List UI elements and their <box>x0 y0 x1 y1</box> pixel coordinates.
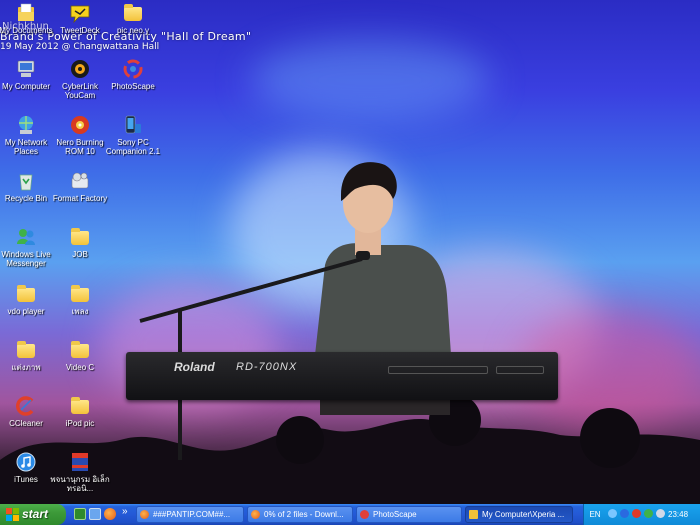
folder-icon <box>122 2 144 24</box>
keyboard-brand: Roland <box>174 360 215 374</box>
windows-logo-icon <box>6 508 19 521</box>
folder-icon <box>15 339 37 361</box>
firefox-icon <box>140 510 149 519</box>
desktop-icon-sony-pc-companion[interactable]: Sony PC Companion 2.1 <box>101 114 165 156</box>
stage-keyboard: Roland RD-700NX <box>126 352 558 400</box>
my-computer-icon <box>15 58 37 80</box>
desktop-icon-format-factory[interactable]: Format Factory <box>48 170 112 203</box>
desktop-icon-job[interactable]: JOB <box>48 226 112 259</box>
taskbar-button-my-computer[interactable]: My Computer\Xperia ... <box>465 506 573 523</box>
taskbar-button-label: 0% of 2 files - Downl... <box>264 510 344 519</box>
itunes-icon <box>15 451 37 473</box>
firefox-icon[interactable] <box>104 508 116 520</box>
desktop-icon-pic-neo-y[interactable]: pic neo y <box>101 2 165 35</box>
taskbar-button-label: ###PANTIP.COM##... <box>153 510 231 519</box>
youcam-icon <box>69 58 91 80</box>
photoscape-icon <box>122 58 144 80</box>
recycle-bin-icon <box>15 170 37 192</box>
dictionary-icon <box>69 451 91 473</box>
antivirus-tray-icon[interactable] <box>632 509 641 518</box>
language-indicator[interactable]: EN <box>584 504 606 525</box>
firefox-icon <box>251 510 260 519</box>
nero-icon <box>69 114 91 136</box>
folder-icon <box>69 226 91 248</box>
start-label: start <box>22 507 49 521</box>
caption-date: 19 May 2012 @ Changwattana Hall <box>0 42 160 52</box>
taskbar-button-downloads[interactable]: 0% of 2 files - Downl... <box>247 506 353 523</box>
desktop-icon-video-c[interactable]: Video C <box>48 339 112 372</box>
desktop-icon-songs[interactable]: เพลง <box>48 283 112 316</box>
messenger-icon <box>15 226 37 248</box>
start-button[interactable]: start <box>0 504 66 525</box>
quick-launch-chevron[interactable]: » <box>122 506 128 517</box>
photoscape-icon <box>360 510 369 519</box>
folder-icon <box>15 283 37 305</box>
tweetdeck-icon <box>69 2 91 24</box>
desktop-icon-label: PhotoScape <box>111 82 155 91</box>
folder-icon <box>469 510 478 519</box>
taskbar-button-pantip[interactable]: ###PANTIP.COM##... <box>136 506 244 523</box>
desktop-icon-label: pic neo y <box>116 26 150 35</box>
bluetooth-tray-icon[interactable] <box>620 509 629 518</box>
folder-icon <box>69 283 91 305</box>
ccleaner-icon <box>15 395 37 417</box>
sony-pc-companion-icon <box>122 114 144 136</box>
taskbar-button-label: My Computer\Xperia ... <box>482 510 565 519</box>
volume-tray-icon[interactable] <box>656 509 665 518</box>
desktop-icon-ipod-pic[interactable]: iPod pic <box>48 395 112 428</box>
explorer-icon[interactable] <box>89 508 101 520</box>
taskbar-clock[interactable]: 23:48 <box>668 504 688 525</box>
network-tray-icon[interactable] <box>608 509 617 518</box>
folder-icon <box>69 395 91 417</box>
desktop-icon-label: พจนานุกรม อิเล็กทรอนิ... <box>50 475 110 493</box>
network-places-icon <box>15 114 37 136</box>
desktop-icon-label: iPod pic <box>65 419 95 428</box>
desktop-icon-dictionary[interactable]: พจนานุกรม อิเล็กทรอนิ... <box>48 451 112 493</box>
format-factory-icon <box>69 170 91 192</box>
desktop-icon-label: Format Factory <box>52 194 108 203</box>
desktop-icon-label: JOB <box>72 250 88 259</box>
desktop-icon-photoscape[interactable]: PhotoScape <box>101 58 165 91</box>
taskbar-button-label: PhotoScape <box>373 510 417 519</box>
folder-icon <box>69 339 91 361</box>
taskbar-button-photoscape[interactable]: PhotoScape <box>356 506 462 523</box>
messenger-tray-icon[interactable] <box>644 509 653 518</box>
desktop-icon-label: Video C <box>65 363 95 372</box>
taskbar: start » ###PANTIP.COM##... 0% of 2 files… <box>0 504 700 525</box>
desktop-icon-label: Sony PC Companion 2.1 <box>105 138 161 156</box>
my-documents-icon <box>15 2 37 24</box>
show-desktop-icon[interactable] <box>74 508 86 520</box>
keyboard-model: RD-700NX <box>236 361 298 373</box>
desktop-icon-label: เพลง <box>71 307 89 316</box>
